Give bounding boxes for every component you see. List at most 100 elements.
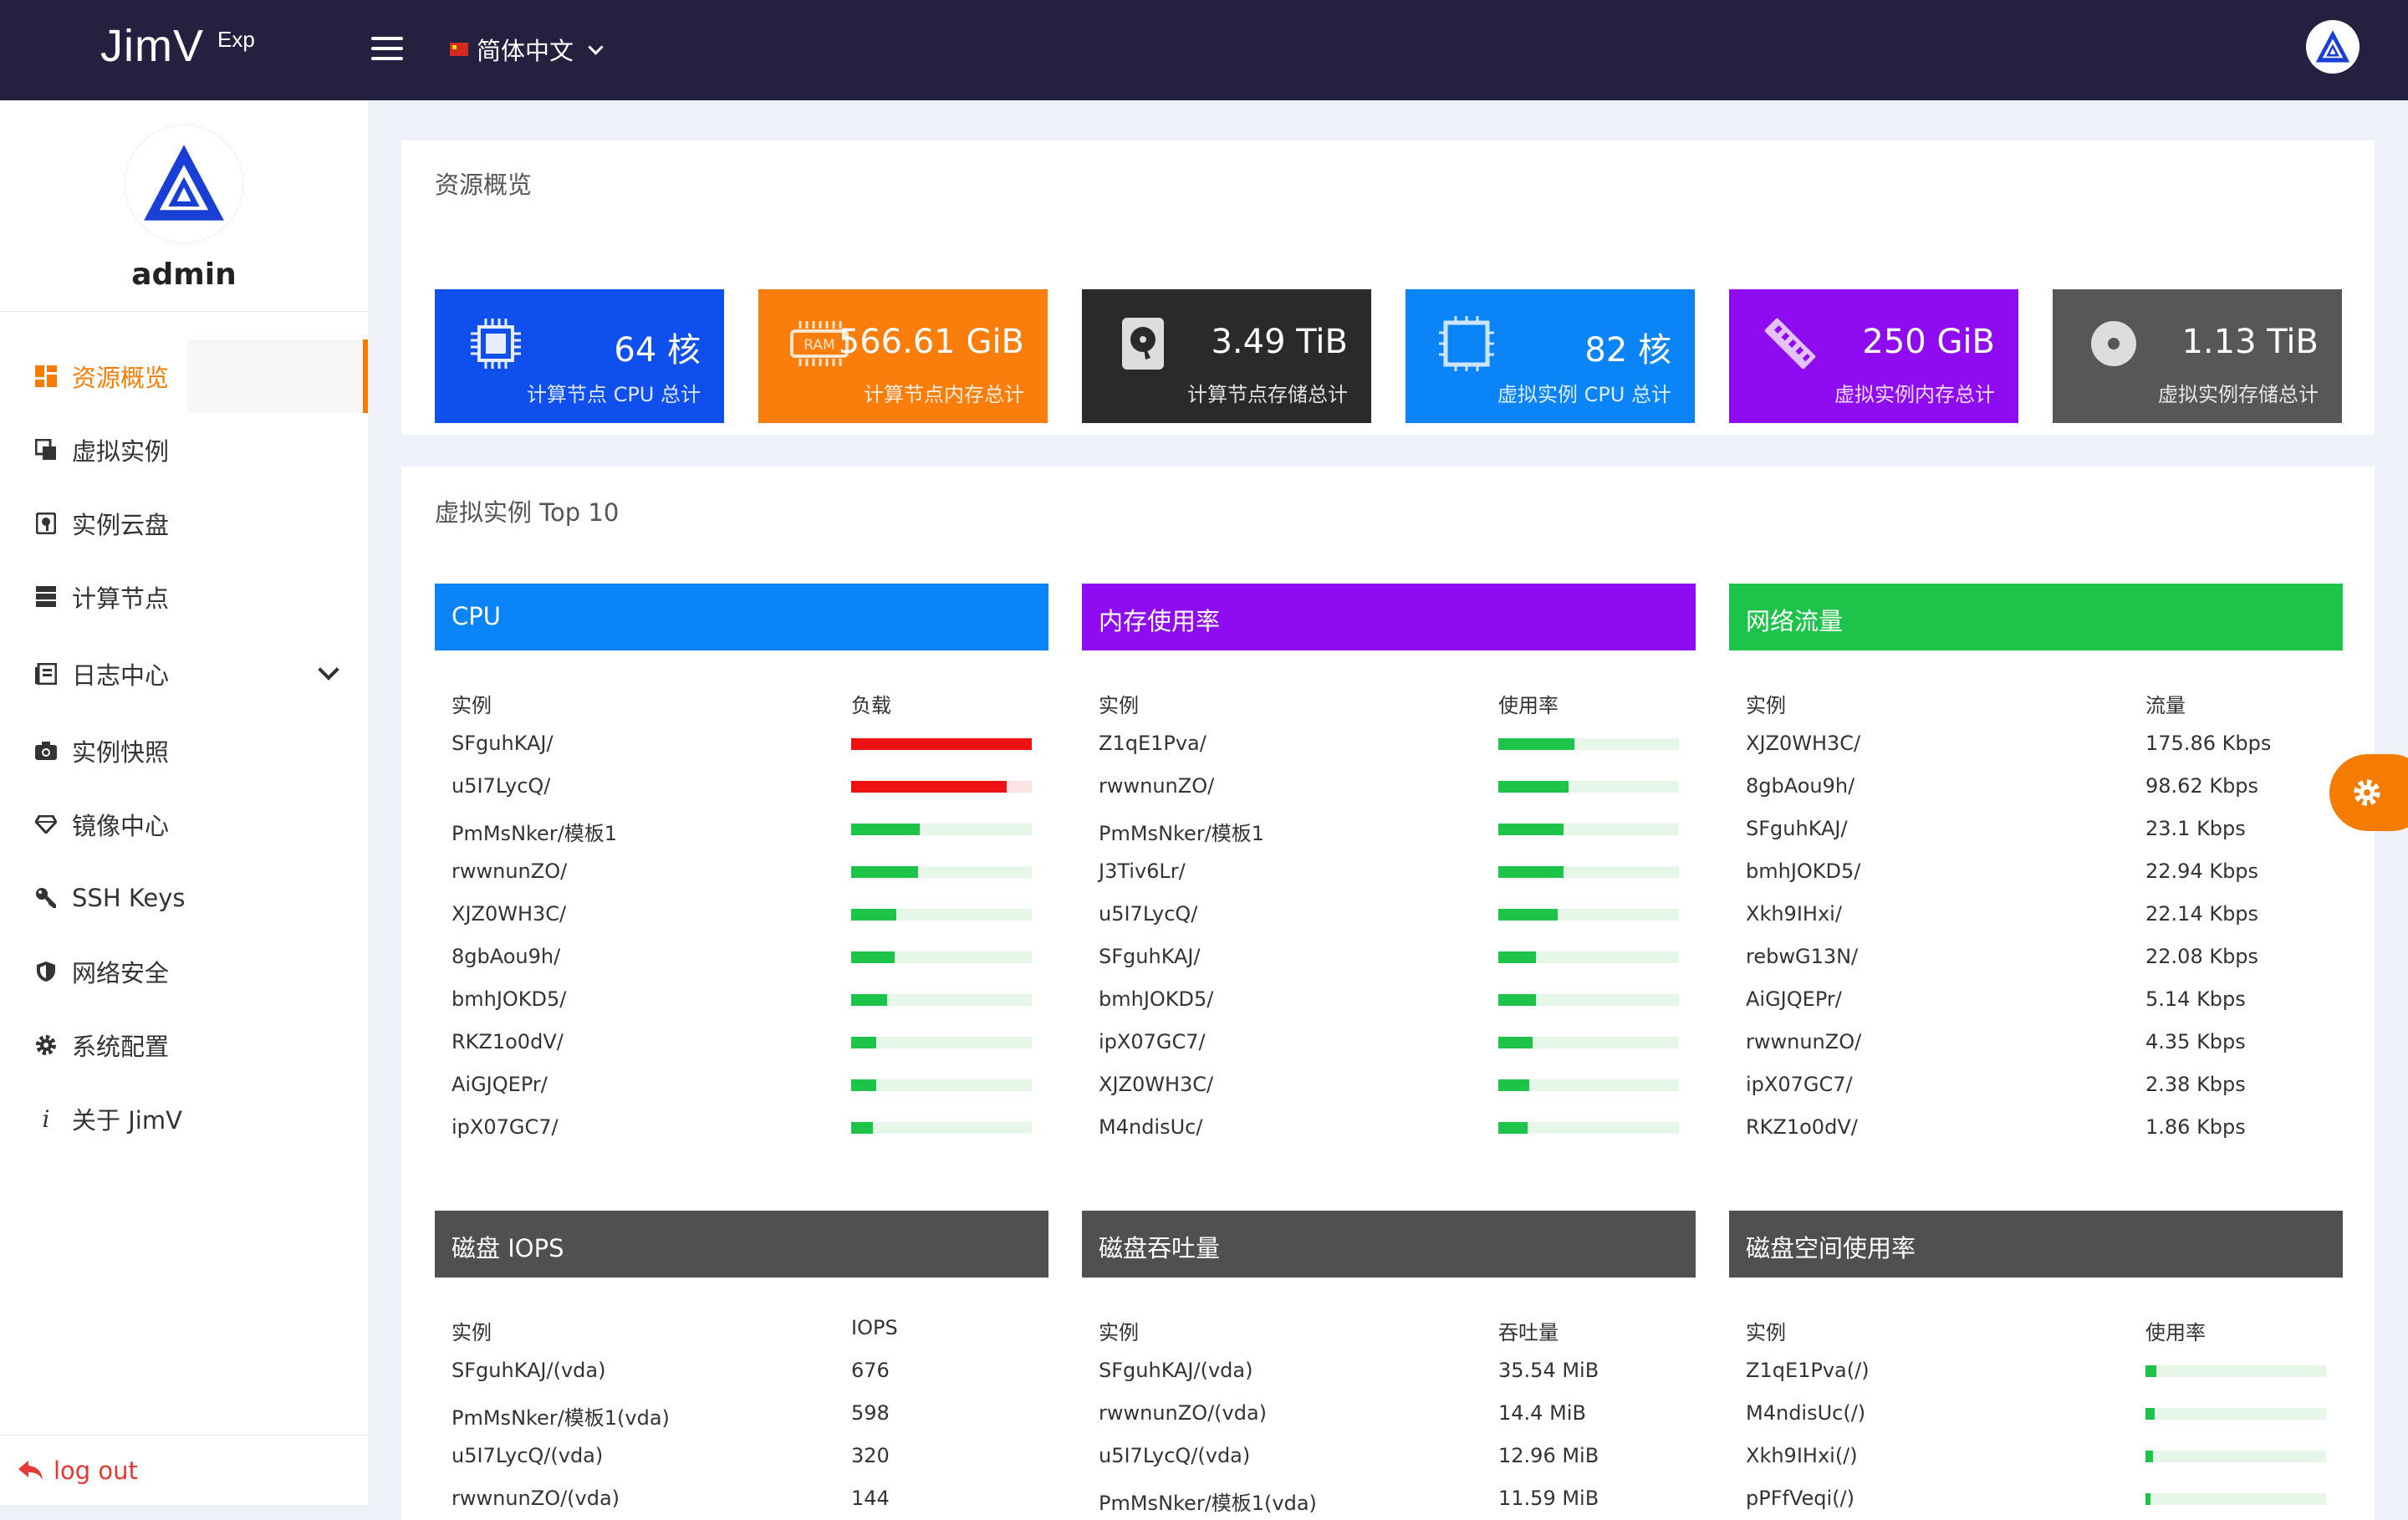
table-row-instance[interactable]: 8gbAou9h/ bbox=[1746, 774, 1854, 798]
chevron-down-icon[interactable] bbox=[318, 659, 339, 681]
table-row-instance[interactable]: SFguhKAJ/ bbox=[1746, 817, 1848, 840]
table-row-instance[interactable]: SFguhKAJ/ bbox=[1099, 945, 1201, 968]
usage-bar-fill bbox=[851, 909, 896, 921]
usage-bar-fill bbox=[851, 1037, 876, 1048]
stat-value: 82 核 bbox=[1584, 331, 1671, 370]
table-row-instance[interactable]: rwwnunZO/ bbox=[452, 859, 567, 883]
table-row-instance[interactable]: u5I7LycQ/(vda) bbox=[452, 1444, 603, 1467]
table-row-instance[interactable]: AiGJQEPr/ bbox=[1746, 987, 1842, 1011]
column-header-instance: 实例 bbox=[1746, 1321, 1786, 1344]
table-row-instance[interactable]: PmMsNker/模板1(vda) bbox=[1099, 1487, 1317, 1516]
column-header-value: 吞吐量 bbox=[1498, 1321, 1559, 1344]
table-row-instance[interactable]: Z1qE1Pva/ bbox=[1099, 732, 1207, 755]
table-row-value: 175.86 Kbps bbox=[2145, 732, 2272, 755]
brand-name: JimV bbox=[100, 21, 204, 71]
table-row-instance[interactable]: u5I7LycQ/(vda) bbox=[1099, 1444, 1250, 1467]
table-row-value: 22.94 Kbps bbox=[2145, 859, 2259, 883]
usage-bar bbox=[851, 951, 1032, 963]
cpu-icon bbox=[471, 319, 521, 369]
sidebar-item-snapshots[interactable]: 实例快照 bbox=[0, 714, 368, 788]
shield-icon bbox=[33, 959, 59, 984]
usage-bar bbox=[1498, 781, 1679, 793]
table-row-instance[interactable]: ipX07GC7/ bbox=[1099, 1030, 1206, 1053]
usage-bar bbox=[851, 738, 1032, 750]
table-row-instance[interactable]: ipX07GC7/ bbox=[452, 1115, 559, 1139]
table-row-instance[interactable]: M4ndisUc(/) bbox=[1746, 1401, 1865, 1425]
table-row-instance[interactable]: RKZ1o0dV/ bbox=[1746, 1115, 1858, 1139]
brand-logo[interactable]: JimV Exp bbox=[100, 20, 255, 72]
table-row-instance[interactable]: ipX07GC7/ bbox=[1746, 1073, 1853, 1096]
table-row-instance[interactable]: AiGJQEPr/ bbox=[452, 1073, 548, 1096]
table-row-instance[interactable]: M4ndisUc/ bbox=[1099, 1115, 1202, 1139]
table-row-instance[interactable]: SFguhKAJ/ bbox=[452, 732, 554, 755]
sidebar-item-disks[interactable]: 实例云盘 bbox=[0, 487, 368, 560]
table-row-value: 98.62 Kbps bbox=[2145, 774, 2259, 798]
usage-bar bbox=[851, 994, 1032, 1006]
table-row-instance[interactable]: PmMsNker/模板1 bbox=[1099, 817, 1264, 846]
disk-icon bbox=[33, 511, 59, 536]
stat-vm-memory: 250 GiB 虚拟实例内存总计 bbox=[1729, 289, 2018, 423]
table-row-instance[interactable]: rebwG13N/ bbox=[1746, 945, 1858, 968]
sidebar-item-system-config[interactable]: 系统配置 bbox=[0, 1008, 368, 1082]
table-row-instance[interactable]: Xkh9IHxi(/) bbox=[1746, 1444, 1858, 1467]
sidebar-item-images[interactable]: 镜像中心 bbox=[0, 788, 368, 861]
table-row-instance[interactable]: rwwnunZO/(vda) bbox=[452, 1487, 620, 1510]
table-row-instance[interactable]: bmhJOKD5/ bbox=[452, 987, 566, 1011]
table-row-instance[interactable]: RKZ1o0dV/ bbox=[452, 1030, 564, 1053]
logout-button[interactable]: log out bbox=[18, 1456, 138, 1485]
usage-bar-fill bbox=[1498, 994, 1536, 1006]
jimv-logo-icon bbox=[144, 145, 224, 221]
table-row-instance[interactable]: SFguhKAJ/(vda) bbox=[1099, 1359, 1252, 1382]
diamond-icon bbox=[33, 812, 59, 837]
language-label: 简体中文 bbox=[477, 37, 574, 65]
table-row-instance[interactable]: bmhJOKD5/ bbox=[1746, 859, 1860, 883]
panel-header-network: 网络流量 bbox=[1729, 584, 2343, 650]
sidebar-item-ssh-keys[interactable]: SSH Keys bbox=[0, 861, 368, 935]
menu-toggle-icon[interactable] bbox=[371, 37, 403, 64]
table-row-instance[interactable]: PmMsNker/模板1(vda) bbox=[452, 1401, 670, 1431]
table-row-instance[interactable]: SFguhKAJ/(vda) bbox=[452, 1359, 605, 1382]
table-row-instance[interactable]: pPFfVeqi(/) bbox=[1746, 1487, 1854, 1510]
table-row-instance[interactable]: J3Tiv6Lr/ bbox=[1099, 859, 1186, 883]
sidebar-item-network-security[interactable]: 网络安全 bbox=[0, 935, 368, 1008]
table-row-instance[interactable]: XJZ0WH3C/ bbox=[452, 902, 566, 926]
table-row-instance[interactable]: Xkh9IHxi/ bbox=[1746, 902, 1842, 926]
table-row-instance[interactable]: bmhJOKD5/ bbox=[1099, 987, 1213, 1011]
table-row-instance[interactable]: XJZ0WH3C/ bbox=[1099, 1073, 1213, 1096]
stat-value: 566.61 GiB bbox=[838, 323, 1024, 361]
usage-bar bbox=[1498, 866, 1679, 878]
sidebar-item-label: 日志中心 bbox=[72, 661, 170, 690]
sidebar-item-label: SSH Keys bbox=[72, 884, 186, 912]
table-row-instance[interactable]: rwwnunZO/ bbox=[1099, 774, 1214, 798]
server-icon bbox=[33, 584, 59, 610]
sidebar-item-compute-nodes[interactable]: 计算节点 bbox=[0, 560, 368, 634]
stat-vm-storage: 1.13 TiB 虚拟实例存储总计 bbox=[2053, 289, 2342, 423]
sidebar-item-logs[interactable]: 日志中心 bbox=[0, 637, 368, 711]
table-row-instance[interactable]: 8gbAou9h/ bbox=[452, 945, 560, 968]
table-row-instance[interactable]: rwwnunZO/ bbox=[1746, 1030, 1861, 1053]
sidebar-item-about[interactable]: i 关于 JimV bbox=[0, 1082, 368, 1155]
top10-card: 虚拟实例 Top 10 CPU 实例 负载 SFguhKAJ/u5I7LycQ/PmM… bbox=[401, 467, 2375, 1520]
settings-float-button[interactable] bbox=[2329, 754, 2408, 831]
user-avatar[interactable] bbox=[2306, 20, 2360, 74]
usage-bar bbox=[1498, 1079, 1679, 1091]
panel-title: 网络流量 bbox=[1746, 607, 1844, 635]
column-header-instance: 实例 bbox=[1746, 694, 1786, 717]
stat-label: 计算节点 CPU 总计 bbox=[526, 383, 701, 406]
table-row-instance[interactable]: XJZ0WH3C/ bbox=[1746, 732, 1860, 755]
table-row-instance[interactable]: rwwnunZO/(vda) bbox=[1099, 1401, 1267, 1425]
usage-bar-fill bbox=[1498, 781, 1569, 793]
china-flag-icon bbox=[450, 43, 468, 56]
table-row-value: 320 bbox=[851, 1444, 890, 1467]
sidebar-item-overview[interactable]: 资源概览 bbox=[0, 339, 368, 413]
table-row-instance[interactable]: PmMsNker/模板1 bbox=[452, 817, 617, 846]
usage-bar bbox=[1498, 994, 1679, 1006]
table-row-instance[interactable]: u5I7LycQ/ bbox=[1099, 902, 1197, 926]
usage-bar bbox=[1498, 1122, 1679, 1134]
table-row-instance[interactable]: Z1qE1Pva(/) bbox=[1746, 1359, 1870, 1382]
table-row-value: 2.38 Kbps bbox=[2145, 1073, 2246, 1096]
language-selector[interactable]: 简体中文 bbox=[450, 32, 604, 67]
sidebar-item-instances[interactable]: 虚拟实例 bbox=[0, 413, 368, 487]
table-row-instance[interactable]: u5I7LycQ/ bbox=[452, 774, 550, 798]
camera-icon bbox=[33, 738, 59, 763]
